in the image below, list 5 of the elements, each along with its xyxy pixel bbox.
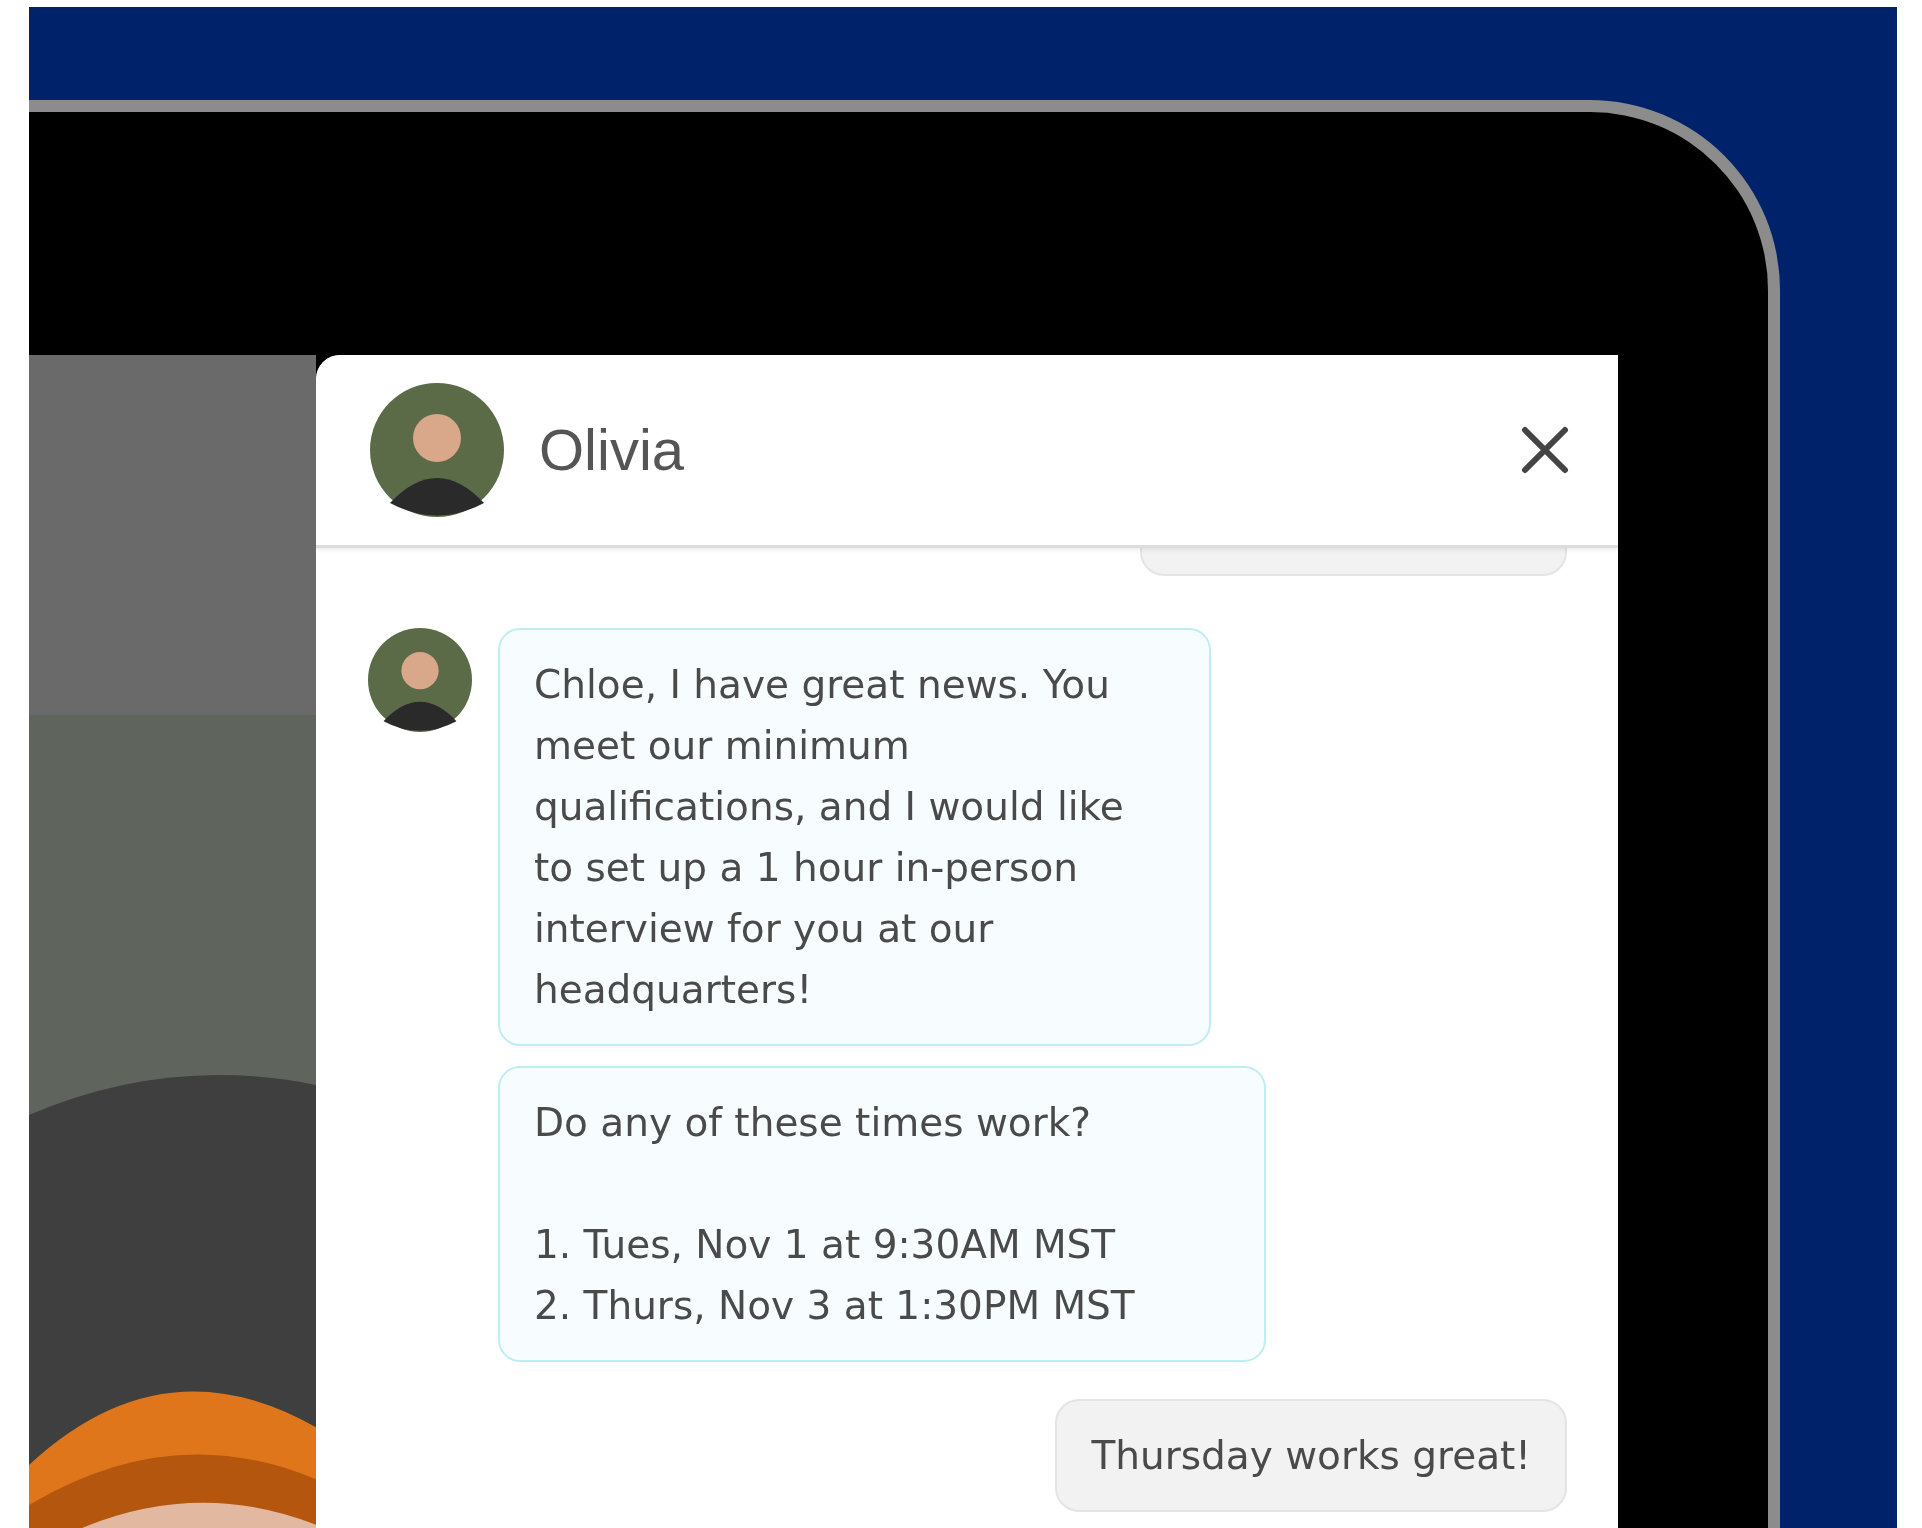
message-bubble: Thursday works great! bbox=[1055, 1399, 1567, 1512]
message-bubble: Chloe, I have great news. You meet our minimum qualifications, and I would like to set up a 1 hour in-person interview for you at our headquarters! bbox=[498, 628, 1211, 1046]
close-icon bbox=[1521, 426, 1569, 474]
contact-name: Olivia bbox=[539, 421, 685, 479]
message-bubble: Do any of these times work? 1. Tues, Nov 1 at 9:30AM MST 2. Thurs, Nov 3 at 1:30PM MST bbox=[498, 1066, 1266, 1362]
